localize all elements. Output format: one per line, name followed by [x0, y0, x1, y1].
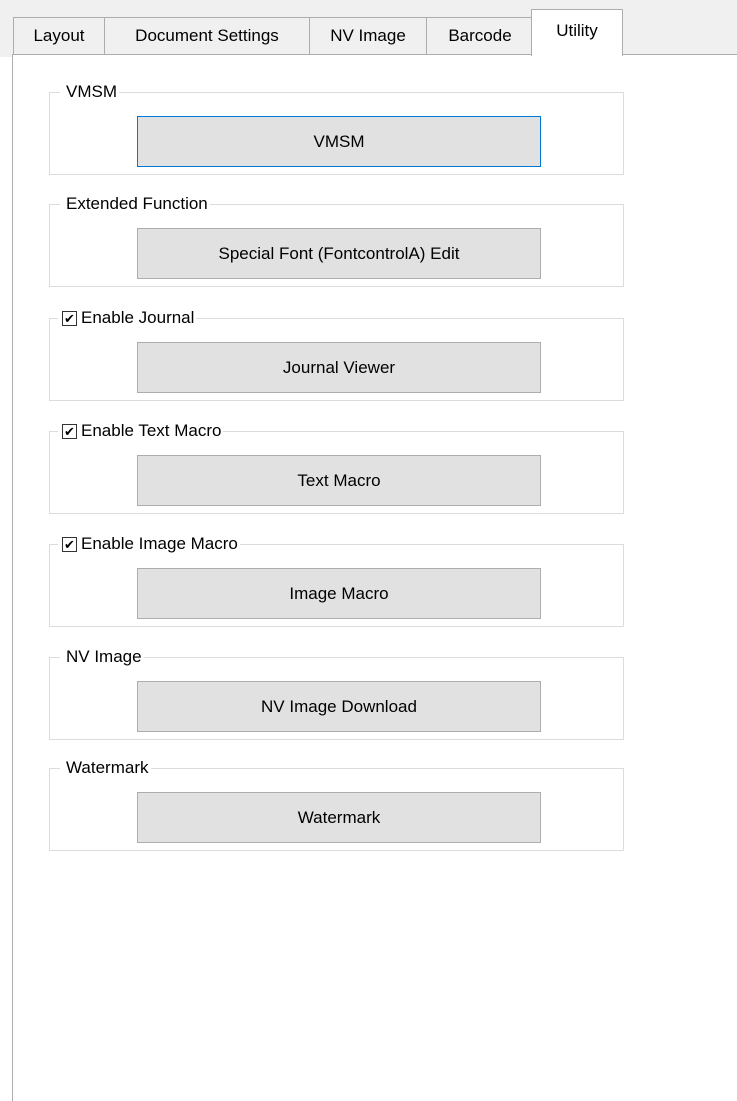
nv-image-group-title: NV Image: [60, 646, 144, 668]
enable-journal-checkbox[interactable]: ✔: [62, 310, 77, 326]
vmsm-group-label: VMSM: [66, 82, 117, 101]
enable-journal-label[interactable]: Enable Journal: [81, 307, 194, 329]
enable-image-macro-label[interactable]: Enable Image Macro: [81, 533, 238, 555]
nv-image-download-button[interactable]: NV Image Download: [137, 681, 541, 732]
journal-viewer-button[interactable]: Journal Viewer: [137, 342, 541, 393]
image-macro-group: ✔ Enable Image Macro Image Macro: [49, 533, 624, 627]
vmsm-group-title: VMSM: [60, 81, 119, 103]
enable-text-macro-checkbox[interactable]: ✔: [62, 423, 77, 439]
journal-group: ✔ Enable Journal Journal Viewer: [49, 307, 624, 401]
image-macro-button[interactable]: Image Macro: [137, 568, 541, 619]
tab-strip: Layout Document Settings NV Image Barcod…: [0, 0, 737, 57]
watermark-group: Watermark Watermark: [49, 757, 624, 851]
watermark-button[interactable]: Watermark: [137, 792, 541, 843]
nv-image-group: NV Image NV Image Download: [49, 646, 624, 740]
watermark-group-label: Watermark: [66, 758, 149, 777]
utility-panel: VMSM VMSM Extended Function Special Font…: [12, 54, 737, 1101]
extended-function-group-label: Extended Function: [66, 194, 208, 213]
journal-group-title: ✔ Enable Journal: [58, 307, 197, 329]
tab-barcode[interactable]: Barcode: [426, 17, 534, 54]
nv-image-group-label: NV Image: [66, 647, 142, 666]
tab-utility[interactable]: Utility: [531, 9, 623, 56]
vmsm-group: VMSM VMSM: [49, 81, 624, 175]
text-macro-group-title: ✔ Enable Text Macro: [58, 420, 224, 442]
extended-function-group-title: Extended Function: [60, 193, 210, 215]
extended-function-group: Extended Function Special Font (Fontcont…: [49, 193, 624, 287]
enable-text-macro-label[interactable]: Enable Text Macro: [81, 420, 221, 442]
vmsm-button[interactable]: VMSM: [137, 116, 541, 167]
watermark-group-title: Watermark: [60, 757, 151, 779]
text-macro-button[interactable]: Text Macro: [137, 455, 541, 506]
enable-image-macro-checkbox[interactable]: ✔: [62, 536, 77, 552]
image-macro-group-title: ✔ Enable Image Macro: [58, 533, 240, 555]
text-macro-group: ✔ Enable Text Macro Text Macro: [49, 420, 624, 514]
tab-layout[interactable]: Layout: [13, 17, 105, 54]
tab-document-settings[interactable]: Document Settings: [104, 17, 310, 54]
tab-nv-image[interactable]: NV Image: [309, 17, 427, 54]
special-font-edit-button[interactable]: Special Font (FontcontrolA) Edit: [137, 228, 541, 279]
